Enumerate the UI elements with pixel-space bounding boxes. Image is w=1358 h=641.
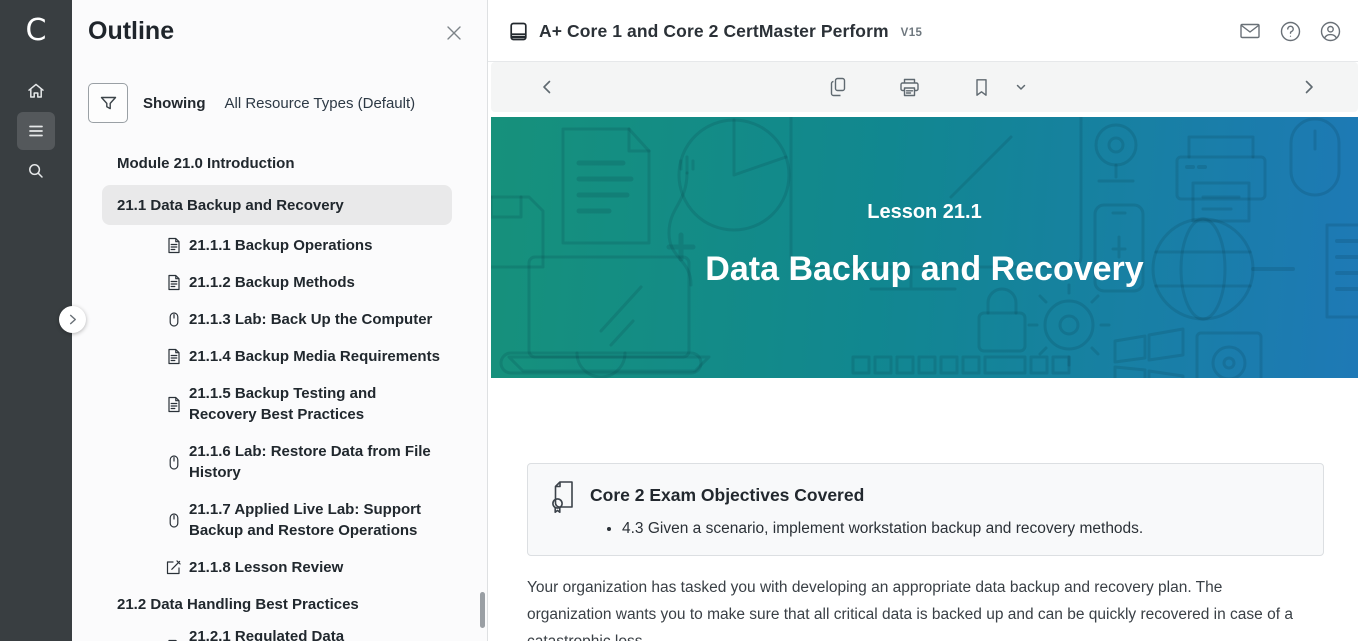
comptia-logo: C — [0, 8, 72, 52]
outline-item-21-1-2[interactable]: 21.1.2 Backup Methods — [72, 272, 488, 293]
lab-mouse-icon — [165, 311, 182, 328]
course-title: A+ Core 1 and Core 2 CertMaster Perform — [539, 21, 889, 42]
account-icon[interactable] — [1319, 20, 1342, 43]
objective-item: 4.3 Given a scenario, implement workstat… — [622, 518, 1143, 540]
close-icon — [443, 22, 465, 44]
content-toolbar — [491, 62, 1358, 112]
caret-down-icon — [1014, 80, 1028, 94]
resource-type-filter-value[interactable]: All Resource Types (Default) — [225, 95, 416, 112]
course-header: A+ Core 1 and Core 2 CertMaster Perform … — [488, 0, 1358, 62]
outline-button[interactable] — [17, 112, 55, 150]
copy-icon — [827, 76, 849, 98]
outline-title: Outline — [88, 17, 174, 46]
objectives-list: 4.3 Given a scenario, implement workstat… — [608, 518, 1143, 540]
outline-item-module-21-0[interactable]: Module 21.0 Introduction — [72, 153, 488, 174]
outline-panel: Outline Showing All Resource Types (Defa… — [72, 0, 488, 641]
chevron-left-icon — [538, 78, 556, 96]
book-icon — [508, 21, 529, 42]
next-page-button[interactable] — [1300, 62, 1318, 112]
outline-item-module-21-2[interactable]: 21.2 Data Handling Best Practices — [72, 594, 488, 615]
print-icon — [898, 76, 921, 99]
chevron-right-icon — [1300, 78, 1318, 96]
lab-mouse-icon — [165, 512, 182, 529]
filter-button[interactable] — [88, 83, 128, 123]
lesson-title: Data Backup and Recovery — [491, 249, 1358, 289]
lab-mouse-icon — [165, 454, 182, 471]
document-icon — [165, 237, 182, 254]
outline-item-21-1-1[interactable]: 21.1.1 Backup Operations — [72, 235, 488, 256]
document-icon — [165, 348, 182, 365]
bookmark-button[interactable] — [971, 62, 992, 112]
outline-item-21-1-5[interactable]: 21.1.5 Backup Testing and Recovery Best … — [72, 383, 488, 425]
lesson-intro-paragraph: Your organization has tasked you with de… — [527, 574, 1299, 641]
bookmark-menu-button[interactable] — [1014, 62, 1028, 112]
expand-panel-button[interactable] — [59, 306, 86, 333]
print-button[interactable] — [898, 62, 921, 112]
funnel-icon — [98, 93, 119, 114]
objectives-title: Core 2 Exam Objectives Covered — [590, 485, 864, 506]
search-icon — [26, 161, 46, 181]
document-icon — [165, 274, 182, 291]
exam-objectives-box: Core 2 Exam Objectives Covered 4.3 Given… — [527, 463, 1324, 556]
help-icon[interactable] — [1279, 20, 1302, 43]
outline-item-21-1-4[interactable]: 21.1.4 Backup Media Requirements — [72, 346, 488, 367]
previous-page-button[interactable] — [538, 62, 556, 112]
outline-item-21-1-8[interactable]: 21.1.8 Lesson Review — [72, 557, 488, 578]
home-button[interactable] — [17, 72, 55, 110]
certificate-icon — [547, 479, 580, 515]
tech-pattern-decoration — [491, 117, 1358, 378]
copy-button[interactable] — [827, 62, 849, 112]
outline-scrollbar[interactable] — [480, 592, 485, 628]
course-version-badge: V15 — [901, 27, 923, 39]
outline-list: Module 21.0 Introduction 21.1 Data Backu… — [72, 145, 488, 641]
outline-item-21-1-7[interactable]: 21.1.7 Applied Live Lab: Support Backup … — [72, 499, 488, 541]
home-icon — [26, 81, 46, 101]
outline-item-21-2-1[interactable]: 21.2.1 Regulated Data Classification — [72, 626, 488, 641]
outline-item-21-1-3[interactable]: 21.1.3 Lab: Back Up the Computer — [72, 309, 488, 330]
showing-label: Showing — [143, 95, 206, 112]
outline-item-21-1-selected[interactable]: 21.1 Data Backup and Recovery — [102, 185, 452, 225]
lesson-number: Lesson 21.1 — [491, 200, 1358, 224]
lesson-hero-banner: Lesson 21.1 Data Backup and Recovery — [491, 117, 1358, 378]
mail-icon[interactable] — [1238, 19, 1262, 43]
search-button[interactable] — [17, 152, 55, 190]
filter-row: Showing All Resource Types (Default) — [88, 83, 415, 123]
certmaster-app: C — [0, 0, 1358, 641]
outline-item-21-1-6[interactable]: 21.1.6 Lab: Restore Data from File Histo… — [72, 441, 488, 483]
bookmark-icon — [971, 77, 992, 98]
document-icon — [165, 396, 182, 413]
edit-icon — [165, 559, 182, 576]
chevron-right-icon — [67, 314, 78, 325]
outline-icon — [26, 121, 46, 141]
close-outline-button[interactable] — [443, 22, 465, 44]
